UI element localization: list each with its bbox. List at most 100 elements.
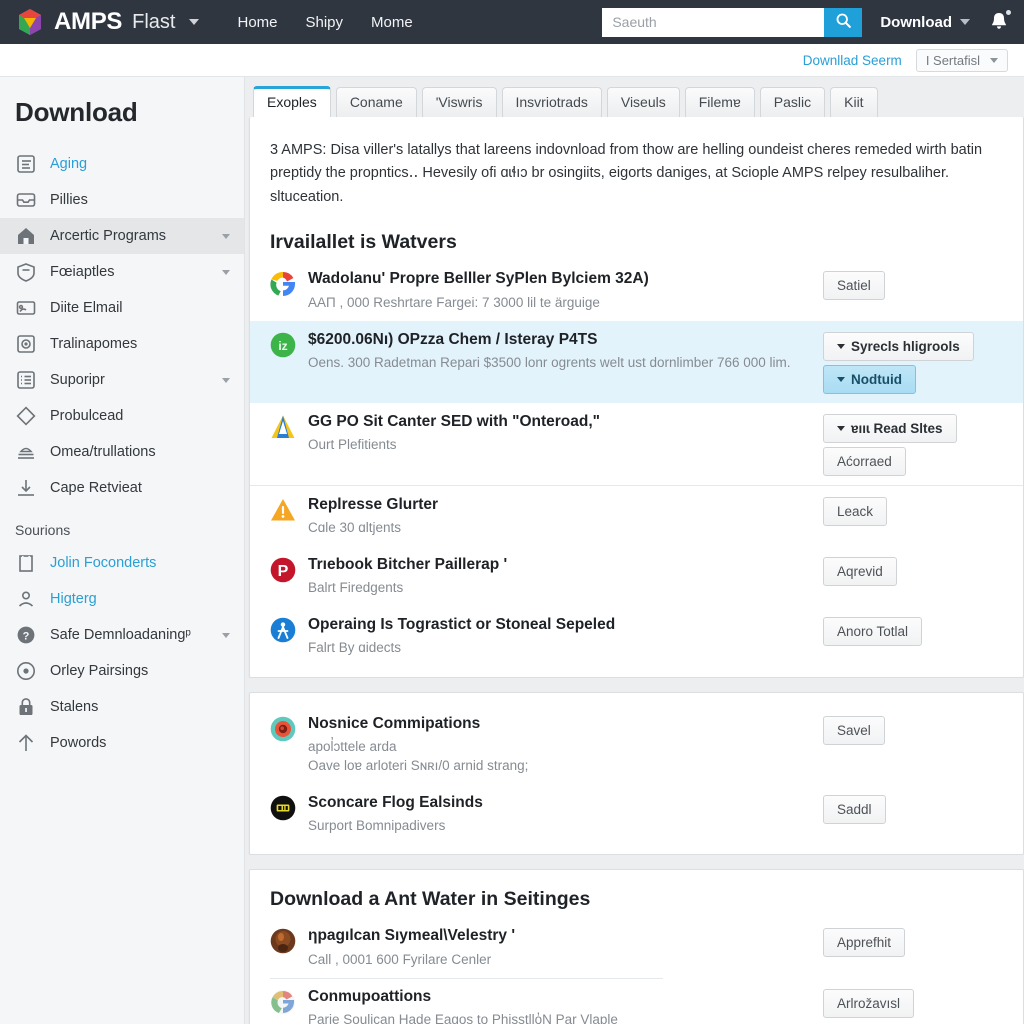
list-item[interactable]: Conmupoattions Parie Soulican Hade Eagos … (250, 977, 1023, 1024)
list-item[interactable]: ƞpagılcan Sıymeal\Velestry ʹ Call , 0001 … (250, 917, 1023, 977)
row-action-button[interactable]: ɐııɩ Read Sltes (823, 413, 957, 443)
tab-viswris[interactable]: 'Viswris (421, 86, 497, 117)
up-arrow-icon (15, 732, 37, 754)
sidebar-title: Download (15, 97, 138, 127)
scale-icon (15, 441, 37, 463)
sidebar-item-label: Orley Pairsings (50, 663, 149, 679)
list-item[interactable]: iz $6200.06Nı) OPzza Chem / Isteray P4TS O… (250, 320, 1023, 403)
sidebar-item-aging[interactable]: Aging (0, 146, 244, 182)
list-item-actions: Saddl (823, 793, 1009, 825)
sidebar-item-suporipr[interactable]: Suporipr (0, 362, 244, 398)
row-action-button[interactable]: Leack (823, 496, 888, 526)
tab-bar: Exoples Coname 'Viswris Insvriotrads Viseuls… (245, 77, 1024, 117)
sidebar-item-label: Pillies (50, 192, 88, 208)
sidebar-item-safe-demnloadaning[interactable]: ? Safe Demnloadaningᵖ (0, 617, 244, 653)
red-p-icon: P (270, 557, 296, 583)
list-item-actions: Arlrožavısl (823, 987, 1009, 1018)
list-item-actions: Savel (823, 714, 1009, 745)
row-action-button[interactable]: Satiel (823, 271, 885, 301)
list-item[interactable]: GG PO Sit Canter SED with "Onteroad," Our… (250, 403, 1023, 485)
brand-name: AMPS (54, 8, 123, 35)
sidebar-item-pillies[interactable]: Pillies (0, 182, 244, 218)
row-action-label: Savel (837, 722, 871, 738)
download-menu-label[interactable]: Download (880, 14, 952, 31)
menu-list-icon (15, 369, 37, 391)
row-action-button[interactable]: Arlrožavısl (823, 988, 915, 1018)
primary-nav-links: Home Shipy Mome (237, 14, 412, 31)
list-item-subtitle: Parie Soulican Hade Eagos to Phisstllo̓N… (308, 1010, 801, 1024)
list-item-subtitle-line: Cɑle 30 ɑltjents (308, 519, 402, 535)
tab-coname[interactable]: Coname (335, 86, 417, 117)
chevron-down-icon[interactable] (222, 632, 230, 638)
svg-text:?: ? (23, 630, 30, 642)
row-action-button[interactable]: Syrecls hligrools (823, 331, 974, 361)
list-item-title: Conmupoattions (308, 987, 432, 1005)
row-action-button[interactable]: Aćorraed (823, 446, 906, 476)
chevron-down-icon[interactable] (222, 269, 230, 275)
row-action-button[interactable]: Savel (823, 715, 885, 745)
intro-paragraph: 3 AMPS: Disa viller's latallys that lare… (270, 142, 983, 205)
notifications-button[interactable] (988, 10, 1011, 34)
sidebar-item-tralinapomes[interactable]: Tralinapomes (0, 326, 244, 362)
tab-kiit[interactable]: Kiit (830, 86, 878, 117)
sidebar-item-probulcead[interactable]: Probulcead (0, 398, 244, 434)
list-item-title: Trıebook Bitcher Paillerap ʹ (308, 556, 508, 574)
list-item-title: Nosnice Commipations (308, 714, 481, 732)
sidebar-item-f-iaptles[interactable]: Fœiaptles (0, 254, 244, 290)
chevron-down-icon[interactable] (222, 233, 230, 239)
row-action-label: Nodtuid (851, 371, 902, 387)
download-arrow-icon (15, 477, 37, 499)
tab-viseuls[interactable]: Viseuls (606, 86, 680, 117)
list-item[interactable]: P Trıebook Bitcher Paillerap ʹ Balrt Fired… (250, 546, 1023, 606)
sidebar-item-higterg[interactable]: Higterg (0, 581, 244, 617)
search-input[interactable] (602, 7, 825, 37)
chevron-down-icon[interactable] (960, 19, 970, 25)
list-item[interactable]: Operaing Is Tograstict or Stoneal Sepele… (250, 606, 1023, 666)
sidebar-item-omea-trullations[interactable]: Omea/trullations (0, 434, 244, 470)
tab-exoples[interactable]: Exoples (253, 85, 331, 117)
tab-paslic[interactable]: Paslic (759, 86, 826, 117)
list-item[interactable]: Nosnice Commipations apol̓ɔttele arda Oave… (250, 705, 1023, 784)
list-item-subtitle: Ourt Plefitients (308, 435, 801, 454)
brand-subname: Flast (132, 10, 176, 33)
search-button[interactable] (824, 7, 863, 37)
row-action-button[interactable]: Nodtuid (823, 364, 916, 394)
list-item[interactable]: Wadolanu' Propre Belller SyPlen Bylciem … (250, 260, 1023, 320)
sidebar-item-orley-pairsings[interactable]: Orley Pairsings (0, 653, 244, 689)
nav-link-shipy[interactable]: Shipy (306, 14, 344, 31)
row-action-button[interactable]: Anoro Totlal (823, 617, 923, 647)
sidebar-item-cape-retvieat[interactable]: Cape Retvieat (0, 470, 244, 506)
section-title-available: Irvailallet is Watvers (270, 231, 457, 254)
camera-icon (15, 333, 37, 355)
download-seerm-link[interactable]: Downllad Seerm (803, 53, 902, 68)
sidebar-item-powords[interactable]: Powords (0, 725, 244, 761)
tab-filem[interactable]: Filemɐ (684, 86, 755, 117)
row-action-button[interactable]: Apprefhit (823, 928, 906, 958)
question-circle-icon: ? (15, 624, 37, 646)
list-item-subtitle: Cɑle 30 ɑltjents (308, 518, 801, 537)
list-item[interactable]: Replresse Glurter Cɑle 30 ɑltjents Leack (250, 484, 1023, 546)
list-item-body: Conmupoattions Parie Soulican Hade Eagos … (308, 987, 811, 1024)
nav-link-mome[interactable]: Mome (371, 14, 413, 31)
chevron-down-icon[interactable] (222, 377, 230, 383)
sidebar-item-jolin-foconderts[interactable]: Jolin Foconderts (0, 545, 244, 581)
sidebar-item-arcertic-programs[interactable]: Arcertic Programs (0, 218, 244, 254)
svg-text:iz: iz (278, 339, 287, 353)
list-item-title: ƞpagılcan Sıymeal\Velestry ʹ (308, 927, 516, 945)
brand-logo[interactable]: AMPS Flast (14, 6, 200, 38)
row-action-button[interactable]: Saddl (823, 795, 886, 825)
row-action-button[interactable]: Aqrevid (823, 557, 897, 587)
list-item[interactable]: Sconcare Flog Ealsinds Surport Bomnipadiv… (250, 784, 1023, 844)
google-pale-icon (270, 989, 296, 1015)
chevron-down-icon (837, 425, 845, 431)
chevron-down-icon[interactable] (189, 19, 200, 25)
tab-insvriotrads[interactable]: Insvriotrads (501, 86, 602, 117)
nav-link-home[interactable]: Home (237, 14, 277, 31)
sidebar-item-diite-elmail[interactable]: Diite Elmail (0, 290, 244, 326)
sidebar-section-heading: Sourions (15, 522, 71, 538)
sidebar-item-stalens[interactable]: Stalens (0, 689, 244, 725)
available-list: Wadolanu' Propre Belller SyPlen Bylciem … (250, 260, 1023, 676)
certificate-select[interactable]: I Sertafisl (915, 48, 1008, 72)
sidebar-item-label: Powords (50, 735, 107, 751)
person-icon (15, 588, 37, 610)
